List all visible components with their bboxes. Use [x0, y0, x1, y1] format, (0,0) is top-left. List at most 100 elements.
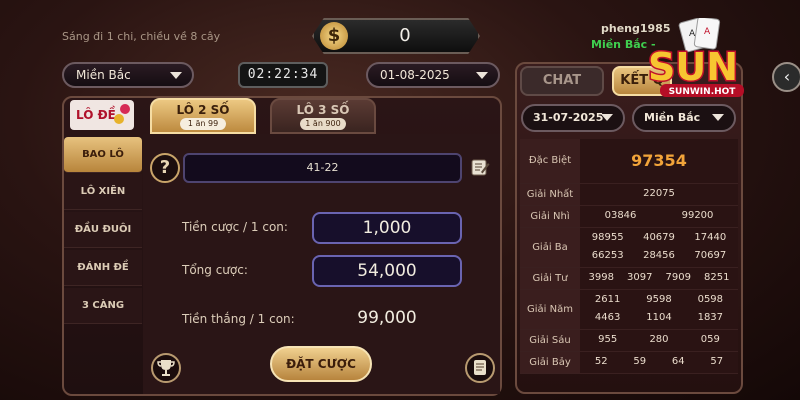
- prize-number: 059: [700, 334, 720, 345]
- chevron-down-icon: [601, 114, 613, 121]
- prize-values: 03846 99200: [580, 205, 738, 228]
- prize-number: 70697: [694, 250, 727, 261]
- prize-number: 1104: [646, 312, 672, 323]
- win-per-label: Tiền thắng / 1 con:: [182, 312, 295, 326]
- bet-per-label: Tiền cược / 1 con:: [182, 220, 288, 234]
- prize-number: 955: [598, 334, 618, 345]
- prize-number: 8251: [704, 272, 730, 283]
- region-dropdown-value: Miền Bắc: [76, 68, 131, 82]
- date-dropdown[interactable]: 01-08-2025: [366, 62, 500, 88]
- prize-values: 97354: [580, 139, 738, 184]
- prize-label: Giải Tư: [520, 267, 580, 290]
- prize-number: 59: [633, 356, 647, 367]
- results-row: Giải Ba 98955 40679 17440 66253 28456 70697: [520, 227, 738, 268]
- svg-text:A: A: [704, 27, 711, 37]
- results-row: Giải Năm 2611 9598 0598 4463 1104 1837: [520, 289, 738, 330]
- prize-values: 955 280 059: [580, 329, 738, 352]
- prize-number: 22075: [643, 188, 675, 199]
- bet-history-icon[interactable]: [465, 353, 495, 383]
- results-region-value: Miền Bắc: [644, 111, 701, 124]
- prize-values: 2611 9598 0598 4463 1104 1837: [580, 289, 738, 330]
- tab-odds: 1 ăn 99: [180, 118, 226, 130]
- prize-number: 98955: [591, 232, 624, 243]
- results-row: Giải Sáu 955 280 059: [520, 329, 738, 352]
- prize-number: 1837: [697, 312, 724, 323]
- prize-values: 52 59 64 57: [580, 351, 738, 374]
- results-date-value: 31-07-2025: [533, 111, 604, 124]
- tab-odds: 1 ăn 900: [300, 118, 346, 130]
- sidebar-item-lô-xiên[interactable]: LÔ XIÊN: [64, 174, 142, 210]
- dollar-icon: $: [320, 22, 348, 50]
- results-row: Giải Nhì 03846 99200: [520, 205, 738, 228]
- prize-number: 3097: [627, 272, 653, 283]
- prize-number: 03846: [604, 210, 637, 221]
- prize-number: 40679: [643, 232, 675, 243]
- prize-label: Giải Nhất: [520, 183, 580, 206]
- balance-value: 0: [399, 25, 411, 46]
- date-dropdown-value: 01-08-2025: [380, 68, 450, 82]
- lode-logo-text: LÔ ĐỀ: [76, 108, 116, 122]
- prize-label: Giải Bảy: [520, 351, 580, 374]
- results-row: Giải Nhất 22075: [520, 183, 738, 206]
- countdown-timer: 02:22:34: [238, 62, 328, 88]
- lode-logo: LÔ ĐỀ: [70, 100, 134, 130]
- results-region-dropdown[interactable]: Miền Bắc: [632, 104, 736, 132]
- tab-lo-2-so[interactable]: LÔ 2 SỐ 1 ăn 99: [150, 98, 256, 134]
- sunwin-logo-subtext: SUNWIN.HOT: [669, 87, 737, 97]
- bet-per-input[interactable]: 1,000: [312, 212, 462, 244]
- results-row: Giải Tư 3998 3097 7909 8251: [520, 267, 738, 290]
- win-per-value: 99,000: [357, 308, 417, 328]
- results-date-dropdown[interactable]: 31-07-2025: [521, 104, 625, 132]
- sidebar-item-đầu-đuôi[interactable]: ĐẦU ĐUÔI: [64, 212, 142, 248]
- prize-number: 57: [710, 356, 724, 367]
- total-bet-label: Tổng cược:: [182, 263, 248, 277]
- prize-number: 4463: [594, 312, 621, 323]
- prize-label: Giải Ba: [520, 227, 580, 268]
- edit-icon[interactable]: [470, 157, 490, 177]
- results-row: Đặc Biệt 97354: [520, 139, 738, 184]
- prize-number: 3998: [588, 272, 614, 283]
- place-bet-button[interactable]: ĐẶT CƯỢC: [270, 346, 372, 382]
- tab-label: LÔ 2 SỐ: [176, 103, 230, 117]
- svg-text:A: A: [689, 29, 696, 39]
- results-table: Đặc Biệt 97354 Giải Nhất 22075 Giải Nhì 03846…: [520, 139, 738, 374]
- region-dropdown[interactable]: Miền Bắc: [62, 62, 194, 88]
- prize-number: 52: [594, 356, 608, 367]
- sidebar-item-3-càng[interactable]: 3 CÀNG: [64, 288, 142, 324]
- sunwin-logo: A A SUN SUNWIN.HOT: [647, 18, 744, 97]
- prize-label: Giải Sáu: [520, 329, 580, 352]
- prize-label: Đặc Biệt: [520, 139, 580, 184]
- prize-number: 97354: [631, 150, 687, 170]
- prize-number: 99200: [681, 210, 714, 221]
- sidebar-item-bao-lô[interactable]: BAO LÔ: [64, 137, 142, 173]
- prize-number: 66253: [591, 250, 624, 261]
- back-arrow-icon[interactable]: ‹: [772, 62, 800, 92]
- help-icon[interactable]: ?: [150, 153, 180, 183]
- chevron-down-icon: [170, 72, 182, 79]
- results-row: Giải Bảy 52 59 64 57: [520, 351, 738, 374]
- chevron-down-icon: [476, 72, 488, 79]
- chevron-down-icon: [712, 114, 724, 121]
- sunwin-logo-text: SUN: [648, 45, 738, 89]
- prize-number: 280: [649, 334, 669, 345]
- selected-numbers-field[interactable]: 41-22: [183, 153, 462, 183]
- trophy-icon[interactable]: [151, 353, 181, 383]
- tab-lo-3-so[interactable]: LÔ 3 SỐ 1 ăn 900: [270, 98, 376, 134]
- prize-values: 22075: [580, 183, 738, 206]
- prize-values: 3998 3097 7909 8251: [580, 267, 738, 290]
- marquee-text: Sáng đi 1 chi, chiều về 8 cây: [62, 30, 221, 43]
- dice-icon: [120, 104, 130, 114]
- tab-label: LÔ 3 SỐ: [296, 103, 350, 117]
- prize-number: 64: [671, 356, 685, 367]
- dice-icon: [114, 114, 124, 124]
- prize-label: Giải Năm: [520, 289, 580, 330]
- total-bet-value: 54,000: [312, 255, 462, 287]
- prize-number: 7909: [665, 272, 691, 283]
- prize-number: 28456: [643, 250, 675, 261]
- tab-chat[interactable]: CHAT: [520, 66, 604, 96]
- prize-number: 9598: [646, 294, 672, 305]
- sidebar-item-đánh-đề[interactable]: ĐÁNH ĐỀ: [64, 250, 142, 286]
- prize-number: 0598: [697, 294, 724, 305]
- prize-label: Giải Nhì: [520, 205, 580, 228]
- prize-number: 2611: [594, 294, 621, 305]
